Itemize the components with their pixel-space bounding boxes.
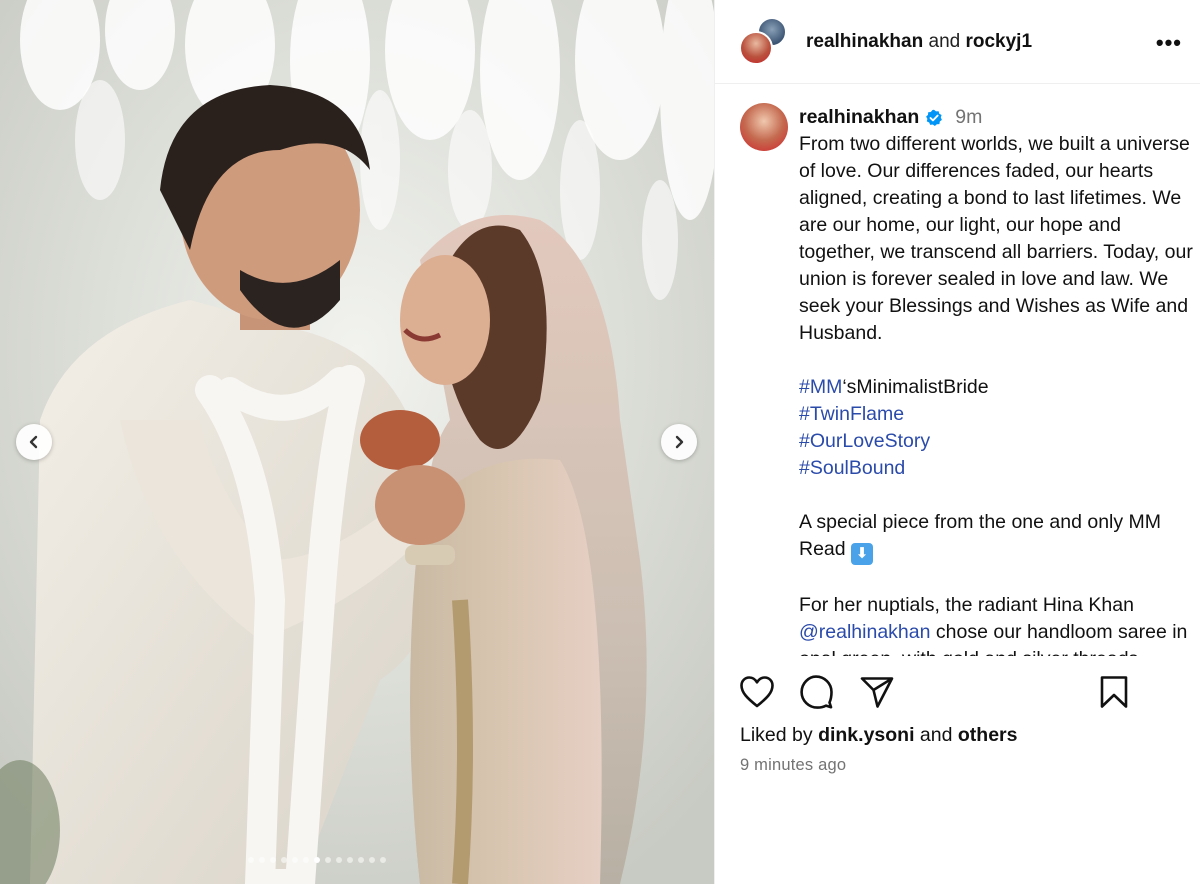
hashtag-twinflame[interactable]: #TwinFlame bbox=[799, 401, 1195, 428]
carousel-dot bbox=[336, 857, 342, 863]
bookmark-icon[interactable] bbox=[1098, 675, 1130, 709]
hashtag-mm-link[interactable]: #MM bbox=[799, 376, 842, 398]
verified-badge-icon bbox=[926, 109, 943, 126]
comment-icon[interactable] bbox=[799, 675, 835, 709]
hashtag-mm[interactable]: #MM‘sMinimalistBride bbox=[799, 374, 1195, 401]
carousel-dot bbox=[380, 857, 386, 863]
carousel-dot bbox=[358, 857, 364, 863]
carousel-dot bbox=[303, 857, 309, 863]
action-bar bbox=[715, 660, 1200, 726]
carousel-dot-active bbox=[314, 857, 320, 863]
caption-time: 9m bbox=[955, 106, 983, 128]
send-icon[interactable] bbox=[859, 675, 895, 709]
likes-prefix: Liked by bbox=[740, 724, 813, 746]
chevron-left-icon bbox=[29, 435, 38, 449]
avatar-realhinakhan[interactable] bbox=[739, 30, 773, 65]
hashtag-soulbound[interactable]: #SoulBound bbox=[799, 455, 1195, 482]
collab-avatars[interactable] bbox=[739, 16, 789, 67]
carousel-dot bbox=[248, 857, 254, 863]
hashtag-ourlovestory[interactable]: #OurLoveStory bbox=[799, 428, 1195, 455]
caption-avatar[interactable] bbox=[740, 103, 788, 151]
carousel-dot bbox=[270, 857, 276, 863]
author-conjunction: and bbox=[928, 30, 961, 52]
post-authors: realhinakhan and rockyj1 bbox=[806, 31, 1032, 53]
carousel-dot bbox=[281, 857, 287, 863]
caption: realhinakhan 9m From two different world… bbox=[799, 104, 1195, 656]
chevron-right-icon bbox=[675, 435, 684, 449]
carousel-dot bbox=[259, 857, 265, 863]
next-photo-button[interactable] bbox=[661, 424, 697, 460]
post-side-panel: realhinakhan and rockyj1 ••• realhinakha… bbox=[714, 0, 1200, 884]
wedding-photo bbox=[0, 0, 714, 884]
carousel-dot bbox=[325, 857, 331, 863]
mention-realhinakhan[interactable]: @realhinakhan bbox=[799, 621, 930, 643]
likes-and: and bbox=[919, 724, 953, 746]
carousel-dot bbox=[347, 857, 353, 863]
heart-icon[interactable] bbox=[739, 675, 775, 709]
caption-body: From two different worlds, we built a un… bbox=[799, 133, 1199, 344]
nuptials-start: For her nuptials, the radiant Hina Khan bbox=[799, 594, 1134, 616]
more-options-icon[interactable]: ••• bbox=[1156, 30, 1182, 56]
author-link-1[interactable]: realhinakhan bbox=[806, 31, 923, 52]
carousel-indicator bbox=[248, 857, 386, 863]
likes-summary: Liked by dink.ysoni and others bbox=[740, 724, 1018, 747]
liked-by-user[interactable]: dink.ysoni bbox=[818, 724, 914, 746]
carousel-dot bbox=[292, 857, 298, 863]
caption-nuptials: For her nuptials, the radiant Hina Khan … bbox=[799, 592, 1195, 656]
author-link-2[interactable]: rockyj1 bbox=[965, 31, 1032, 52]
liked-by-others[interactable]: others bbox=[958, 724, 1018, 746]
down-arrow-emoji-icon: ⬇ bbox=[851, 543, 874, 565]
post-media[interactable] bbox=[0, 0, 714, 884]
carousel-dot bbox=[369, 857, 375, 863]
caption-scroll-area[interactable]: realhinakhan 9m From two different world… bbox=[715, 84, 1200, 656]
post-timestamp[interactable]: 9 minutes ago bbox=[740, 756, 846, 775]
caption-header: realhinakhan 9m bbox=[799, 104, 1195, 131]
hashtag-list: #MM‘sMinimalistBride #TwinFlame #OurLove… bbox=[799, 374, 1195, 482]
hashtag-mm-suffix: ‘sMinimalistBride bbox=[842, 376, 989, 398]
caption-special: A special piece from the one and only MM… bbox=[799, 509, 1195, 565]
caption-username[interactable]: realhinakhan bbox=[799, 104, 919, 131]
post-header: realhinakhan and rockyj1 ••• bbox=[715, 0, 1200, 84]
previous-photo-button[interactable] bbox=[16, 424, 52, 460]
